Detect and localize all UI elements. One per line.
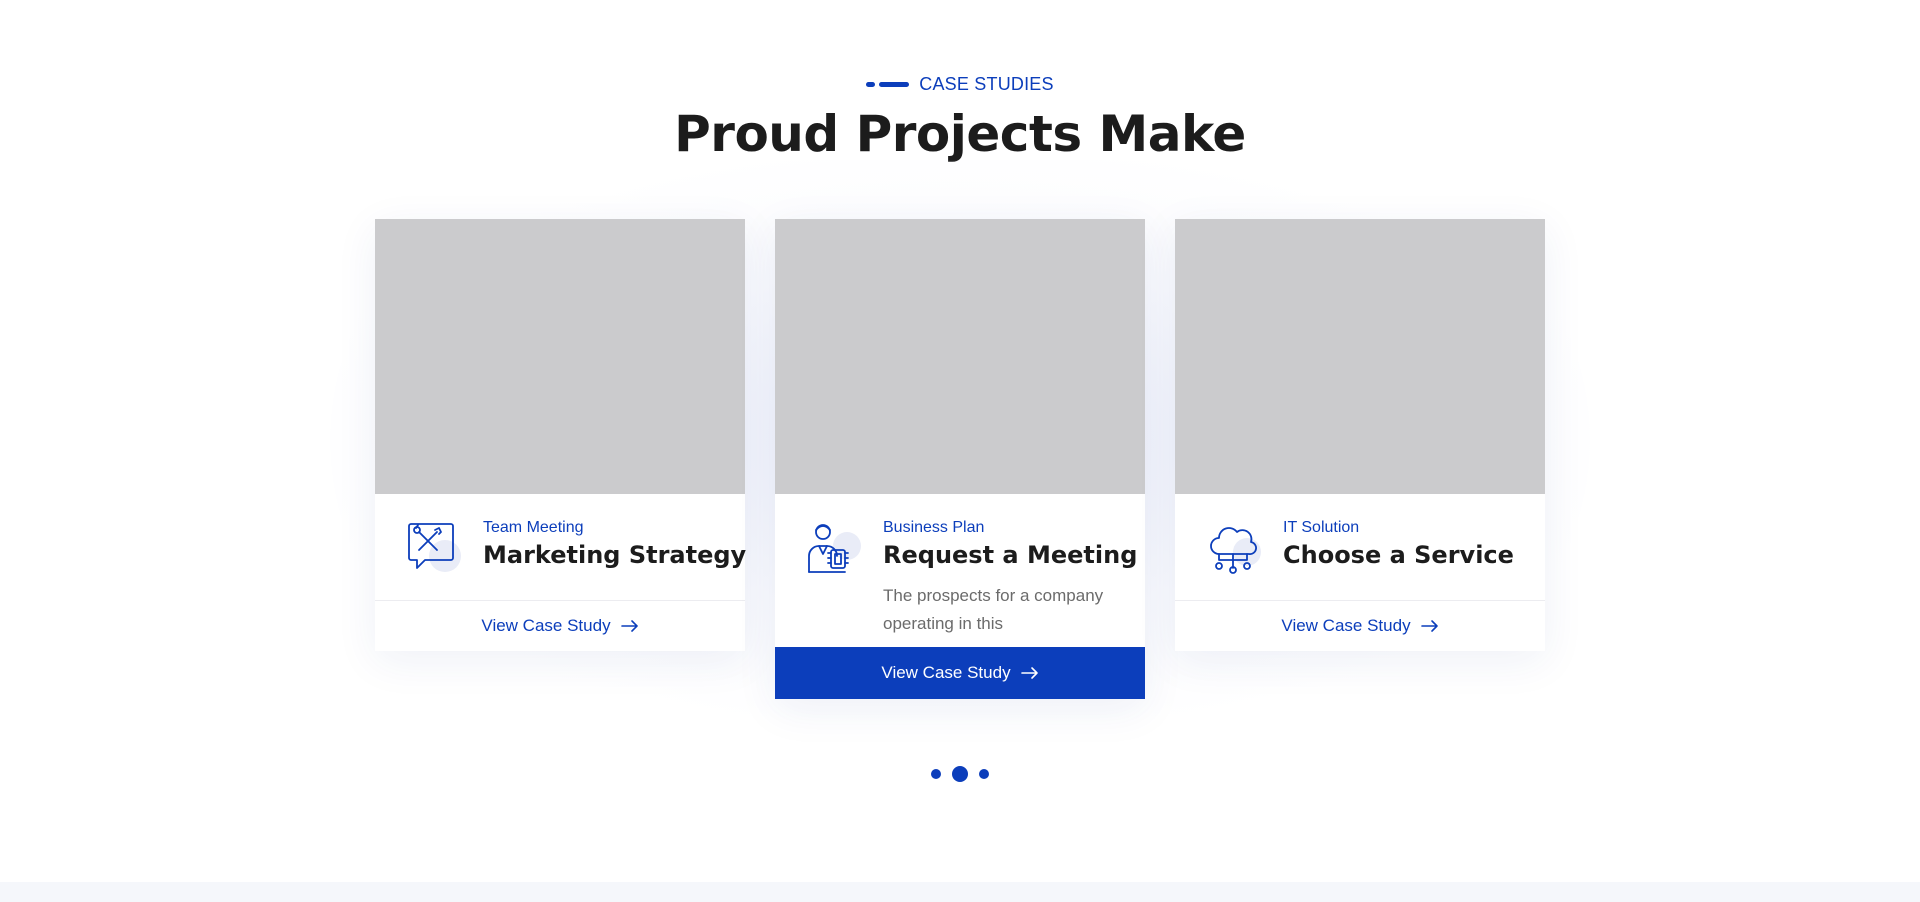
case-studies-section: CASE STUDIES Proud Projects Make Team Me…: [0, 0, 1920, 902]
view-case-study-button[interactable]: View Case Study: [775, 647, 1145, 699]
link-label: View Case Study: [1281, 616, 1411, 635]
section-title: Proud Projects Make: [674, 105, 1246, 163]
view-case-study-link[interactable]: View Case Study: [375, 600, 745, 651]
pagination-dot[interactable]: [931, 769, 941, 779]
section-eyebrow: CASE STUDIES: [866, 74, 1054, 95]
card-title: Choose a Service: [1283, 541, 1514, 569]
case-study-card: IT Solution Choose a Service View Case S…: [1175, 219, 1545, 651]
section-header: CASE STUDIES Proud Projects Make: [0, 74, 1920, 163]
case-study-card: Team Meeting Marketing Strategy View Cas…: [375, 219, 747, 651]
card-tag: IT Solution: [1283, 519, 1360, 536]
case-study-card-active: Business Plan Request a Meeting The pros…: [775, 219, 1145, 699]
card-text: IT Solution Choose a Service: [1283, 518, 1525, 570]
card-tag: Business Plan: [883, 519, 985, 536]
card-text: Business Plan Request a Meeting The pros…: [883, 518, 1138, 638]
arrow-right-icon: [1420, 620, 1438, 632]
card-text: Team Meeting Marketing Strategy: [483, 518, 747, 570]
card-image-placeholder: [375, 219, 745, 494]
card-tag: Team Meeting: [483, 519, 584, 536]
link-label: View Case Study: [481, 616, 611, 635]
cloud-network-icon: [1205, 520, 1265, 580]
pagination-dot-active[interactable]: [952, 766, 968, 782]
button-label: View Case Study: [881, 663, 1011, 682]
eyebrow-lines-icon: [866, 82, 910, 87]
eyebrow-label: CASE STUDIES: [919, 74, 1054, 94]
case-study-carousel: Team Meeting Marketing Strategy View Cas…: [375, 219, 1545, 719]
next-section-strip: [0, 882, 1920, 902]
card-image-placeholder: [775, 219, 1145, 494]
card-image-placeholder: [1175, 219, 1545, 494]
card-body: Team Meeting Marketing Strategy: [375, 494, 747, 600]
tools-chat-icon: [405, 520, 465, 580]
card-body: Business Plan Request a Meeting The pros…: [775, 494, 1145, 647]
pagination-dot[interactable]: [979, 769, 989, 779]
engineer-chip-icon: [805, 520, 865, 580]
carousel-pagination: [0, 766, 1920, 782]
arrow-right-icon: [620, 620, 638, 632]
card-body: IT Solution Choose a Service: [1175, 494, 1545, 600]
card-title: Request a Meeting: [883, 541, 1138, 569]
arrow-right-icon: [1020, 667, 1038, 679]
view-case-study-link[interactable]: View Case Study: [1175, 600, 1545, 651]
card-description: The prospects for a company operating in…: [883, 586, 1104, 633]
card-title: Marketing Strategy: [483, 541, 747, 569]
